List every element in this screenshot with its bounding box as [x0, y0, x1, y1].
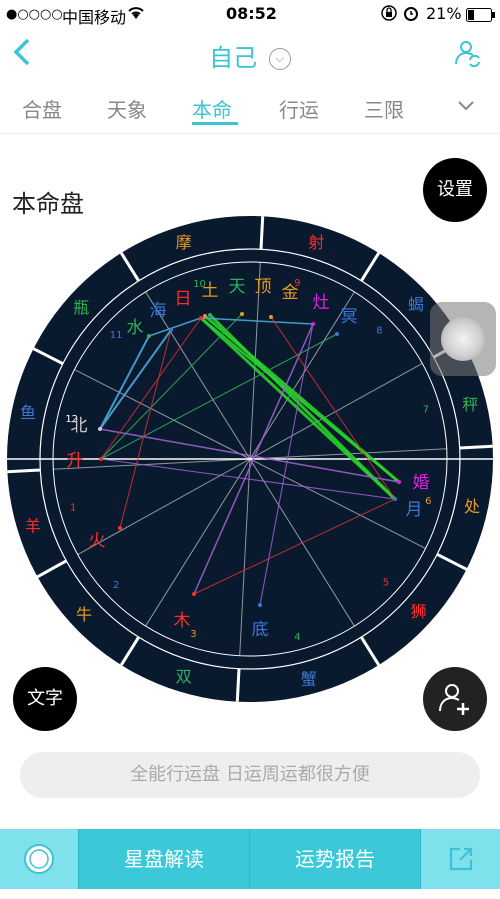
planet-marker	[118, 526, 122, 530]
planet-glyph: 土	[202, 281, 219, 301]
planet-marker	[269, 315, 273, 319]
planet-marker	[199, 316, 203, 320]
planet-glyph: 海	[150, 301, 167, 321]
battery-icon	[466, 7, 496, 26]
planet-marker	[192, 592, 196, 596]
planet-marker	[311, 322, 315, 326]
planet-glyph: 火	[89, 531, 106, 551]
zodiac-sign-label: 狮	[411, 602, 427, 621]
chevron-down-icon: ⌵	[268, 48, 291, 70]
assistive-touch-icon	[441, 317, 485, 361]
chevron-down-icon	[458, 101, 474, 111]
share-icon	[449, 847, 472, 871]
battery-level: 21%	[426, 4, 462, 23]
house-number: 6	[425, 496, 431, 507]
natal-chart[interactable]: 射蝎秤处狮蟹双牛羊鱼瓶摩 9 8 7 6 5 4 3 2 1 12 11 10 日土天顶金灶冥海水北升火木…	[5, 212, 497, 706]
share-button[interactable]	[421, 829, 500, 889]
user-switch-icon	[455, 41, 480, 68]
switch-user-button[interactable]	[452, 38, 482, 68]
house-number: 5	[383, 577, 389, 588]
planet-glyph: 灶	[313, 293, 330, 313]
planet-glyph: 冥	[341, 307, 358, 327]
planet-marker	[208, 313, 212, 317]
divination-icon	[24, 844, 54, 874]
add-person-button[interactable]	[423, 667, 487, 731]
planet-marker	[240, 312, 244, 316]
status-bar: ●○○○○ 中国移动 08:52 21%	[0, 0, 500, 28]
add-user-icon	[439, 684, 469, 715]
planet-marker	[397, 480, 401, 484]
tab-tertiary[interactable]: 三限	[364, 94, 404, 123]
planet-marker	[99, 457, 103, 461]
nav-bar: 自己 ⌵	[0, 28, 500, 82]
house-number: 11	[110, 330, 123, 341]
house-number: 3	[190, 629, 196, 640]
zodiac-sign-label: 双	[176, 667, 192, 686]
zodiac-sign-label: 蟹	[301, 669, 317, 688]
planet-marker	[147, 334, 151, 338]
planet-marker	[335, 332, 339, 336]
bottom-toolbar: 星盘解读 运势报告	[0, 829, 500, 889]
chart-reading-button[interactable]: 星盘解读	[79, 829, 249, 889]
page-title: 自己	[209, 44, 258, 72]
planet-marker	[203, 314, 207, 318]
house-number: 1	[70, 502, 76, 513]
planet-marker	[169, 328, 173, 332]
planet-glyph: 天	[229, 277, 246, 297]
zodiac-sign-label: 牛	[76, 605, 92, 624]
zodiac-sign-label: 鱼	[20, 403, 36, 422]
zodiac-sign-label: 蝎	[408, 295, 424, 314]
promo-banner[interactable]: 全能行运盘 日运周运都很方便	[20, 752, 480, 798]
wifi-icon	[126, 3, 146, 25]
active-tab-indicator	[192, 122, 238, 125]
planet-glyph: 顶	[255, 277, 272, 297]
signal-strength: ●○○○○	[6, 7, 63, 22]
clock: 08:52	[226, 4, 277, 23]
planet-marker	[98, 427, 102, 431]
zodiac-sign-label: 摩	[176, 233, 192, 252]
planet-marker	[393, 497, 397, 501]
house-number: 2	[113, 580, 119, 591]
house-number: 8	[376, 326, 382, 337]
orientation-lock-icon	[380, 4, 398, 26]
planet-glyph: 水	[127, 318, 144, 338]
assistive-touch[interactable]	[430, 302, 496, 376]
zodiac-sign-label: 处	[464, 497, 480, 516]
tab-natal[interactable]: 本命	[192, 94, 232, 123]
profile-selector[interactable]: 自己 ⌵	[0, 38, 500, 73]
sign-divider	[459, 444, 493, 450]
zodiac-sign-label: 秤	[462, 395, 478, 414]
tab-sky[interactable]: 天象	[107, 94, 147, 123]
sign-divider	[235, 668, 241, 702]
zodiac-sign-label: 羊	[25, 516, 41, 535]
house-number: 7	[423, 405, 429, 416]
tab-transit[interactable]: 行运	[279, 94, 319, 123]
sign-divider	[259, 216, 265, 250]
planet-marker	[258, 603, 262, 607]
house-number: 4	[294, 632, 300, 643]
chart-tabs: 合盘 天象 本命 行运 三限	[0, 82, 500, 134]
planet-glyph: 木	[174, 611, 191, 631]
planet-glyph: 金	[282, 283, 299, 303]
plan-button[interactable]	[0, 829, 78, 889]
natal-chart-svg: 射蝎秤处狮蟹双牛羊鱼瓶摩987654321121110日土天顶金灶冥海水北升火木…	[5, 216, 497, 702]
text-toggle-button[interactable]: 文字	[13, 667, 77, 731]
carrier-name: 中国移动	[62, 8, 127, 27]
fortune-report-button[interactable]: 运势报告	[250, 829, 420, 889]
planet-glyph: 升	[67, 451, 84, 471]
alarm-icon	[402, 4, 420, 26]
planet-glyph: 底	[252, 620, 269, 640]
tab-synastry[interactable]: 合盘	[22, 94, 62, 123]
zodiac-sign-label: 瓶	[73, 298, 89, 317]
planet-glyph: 婚	[413, 473, 430, 493]
planet-glyph: 北	[71, 416, 88, 436]
planet-glyph: 月	[406, 500, 423, 520]
more-tabs-button[interactable]	[456, 94, 476, 118]
zodiac-sign-label: 射	[308, 233, 324, 252]
planet-glyph: 日	[175, 289, 192, 309]
sign-divider	[7, 468, 41, 474]
